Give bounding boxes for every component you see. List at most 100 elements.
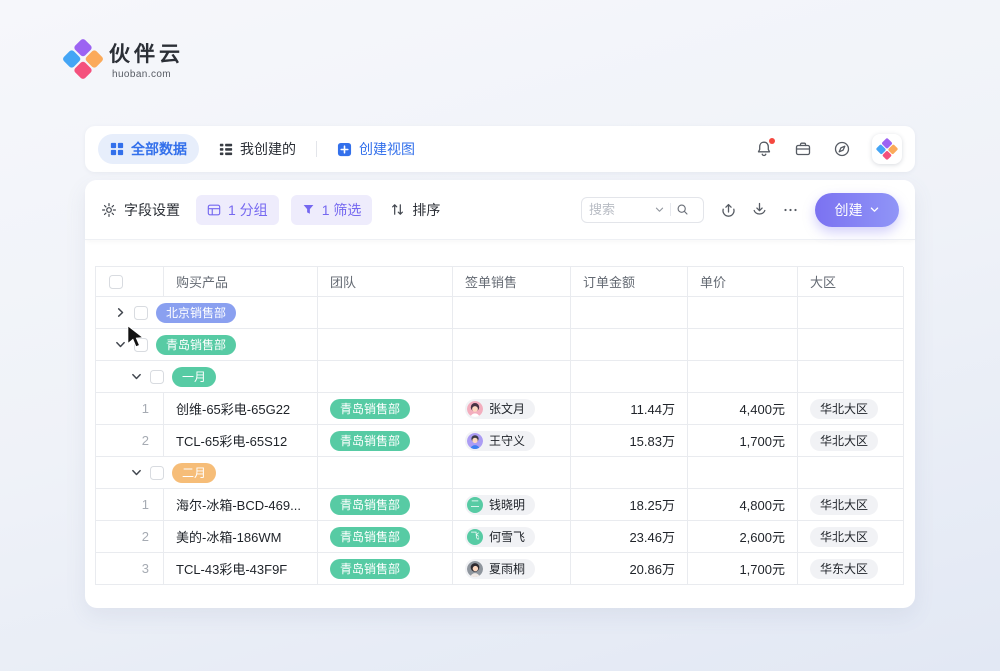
table-row[interactable]: 2 TCL-65彩电-65S12 青岛销售部 王守义 15.83万 1,700元 (96, 425, 903, 457)
group-icon (207, 203, 221, 217)
tab-my-created[interactable]: 我创建的 (219, 139, 296, 159)
team-cell[interactable]: 青岛销售部 (318, 425, 453, 457)
briefcase-icon[interactable] (794, 140, 812, 158)
sales-cell[interactable]: 夏雨桐 (453, 553, 571, 585)
tab-all-data-label: 全部数据 (131, 139, 187, 159)
search-input[interactable] (589, 202, 649, 217)
sales-name: 王守义 (489, 432, 525, 449)
search-icon[interactable] (676, 203, 689, 216)
chevron-right-icon[interactable] (115, 307, 126, 318)
group-checkbox[interactable] (150, 370, 164, 384)
column-header-price[interactable]: 单价 (688, 267, 798, 297)
select-all-checkbox[interactable] (109, 275, 123, 289)
group-button[interactable]: 1 分组 (196, 195, 279, 225)
group-row-february[interactable]: 二月 (96, 457, 903, 489)
region-cell[interactable]: 华北大区 (798, 489, 904, 521)
empty-cell (798, 329, 904, 361)
empty-cell (798, 361, 904, 393)
amount-cell[interactable]: 15.83万 (571, 425, 688, 457)
product-cell[interactable]: 海尔-冰箱-BCD-469... (164, 489, 318, 521)
grid-icon (110, 142, 124, 156)
region-tag: 华北大区 (810, 399, 878, 419)
sales-cell[interactable]: 张文月 (453, 393, 571, 425)
column-header-product[interactable]: 购买产品 (164, 267, 318, 297)
empty-cell (798, 457, 904, 489)
empty-cell (318, 457, 453, 489)
team-cell[interactable]: 青岛销售部 (318, 521, 453, 553)
column-header-region[interactable]: 大区 (798, 267, 904, 297)
amount-cell[interactable]: 23.46万 (571, 521, 688, 553)
compass-icon[interactable] (833, 140, 851, 158)
price-cell[interactable]: 4,400元 (688, 393, 798, 425)
sales-person: 飞 何雪飞 (465, 527, 535, 547)
sort-button[interactable]: 排序 (390, 200, 440, 220)
region-cell[interactable]: 华北大区 (798, 521, 904, 553)
group-tag: 青岛销售部 (156, 335, 236, 355)
product-cell[interactable]: TCL-43彩电-43F9F (164, 553, 318, 585)
group-row-january[interactable]: 一月 (96, 361, 903, 393)
row-number: 1 (96, 393, 164, 425)
sort-label: 排序 (412, 200, 440, 220)
avatar (467, 401, 483, 417)
price-cell[interactable]: 1,700元 (688, 553, 798, 585)
group-row-qingdao[interactable]: 青岛销售部 (96, 329, 903, 361)
region-cell[interactable]: 华北大区 (798, 393, 904, 425)
group-checkbox[interactable] (134, 306, 148, 320)
search-box[interactable] (581, 197, 704, 223)
region-cell[interactable]: 华东大区 (798, 553, 904, 585)
app-avatar[interactable] (872, 134, 902, 164)
team-cell[interactable]: 青岛销售部 (318, 393, 453, 425)
more-icon[interactable] (782, 201, 799, 218)
view-tab-bar: 全部数据 我创建的 创建视图 (85, 126, 915, 172)
column-header-sales[interactable]: 签单销售 (453, 267, 571, 297)
bell-icon[interactable] (755, 140, 773, 158)
amount-cell[interactable]: 18.25万 (571, 489, 688, 521)
field-settings-button[interactable]: 字段设置 (101, 200, 180, 220)
empty-cell (453, 297, 571, 329)
chevron-down-icon[interactable] (131, 371, 142, 382)
amount-cell[interactable]: 11.44万 (571, 393, 688, 425)
empty-cell (688, 329, 798, 361)
region-cell[interactable]: 华北大区 (798, 425, 904, 457)
group-checkbox[interactable] (150, 466, 164, 480)
column-header-amount[interactable]: 订单金额 (571, 267, 688, 297)
product-cell[interactable]: 美的-冰箱-186WM (164, 521, 318, 553)
download-icon[interactable] (751, 201, 768, 218)
tab-all-data[interactable]: 全部数据 (98, 134, 199, 164)
group-row-beijing[interactable]: 北京销售部 (96, 297, 903, 329)
amount-cell[interactable]: 20.86万 (571, 553, 688, 585)
price-cell[interactable]: 2,600元 (688, 521, 798, 553)
chevron-down-icon[interactable] (654, 204, 665, 215)
team-cell[interactable]: 青岛销售部 (318, 553, 453, 585)
sales-name: 何雪飞 (489, 528, 525, 545)
table-row[interactable]: 1 海尔-冰箱-BCD-469... 青岛销售部 二 钱晓明 18.25万 4,… (96, 489, 903, 521)
empty-cell (571, 329, 688, 361)
sales-cell[interactable]: 飞 何雪飞 (453, 521, 571, 553)
chevron-down-icon[interactable] (131, 467, 142, 478)
sales-cell[interactable]: 王守义 (453, 425, 571, 457)
column-header-team[interactable]: 团队 (318, 267, 453, 297)
chevron-down-icon[interactable] (115, 339, 126, 350)
table-row[interactable]: 2 美的-冰箱-186WM 青岛销售部 飞 何雪飞 23.46万 2,600元 … (96, 521, 903, 553)
team-tag: 青岛销售部 (330, 559, 410, 579)
filter-button[interactable]: 1 筛选 (291, 195, 373, 225)
sales-cell[interactable]: 二 钱晓明 (453, 489, 571, 521)
product-cell[interactable]: TCL-65彩电-65S12 (164, 425, 318, 457)
group-label: 1 分组 (228, 200, 268, 220)
chevron-down-icon (869, 204, 880, 215)
row-number: 1 (96, 489, 164, 521)
price-cell[interactable]: 1,700元 (688, 425, 798, 457)
upload-icon[interactable] (720, 201, 737, 218)
field-settings-label: 字段设置 (124, 200, 180, 220)
filter-label: 1 筛选 (322, 200, 362, 220)
create-button[interactable]: 创建 (815, 193, 899, 227)
team-tag: 青岛销售部 (330, 431, 410, 451)
table-row[interactable]: 1 创维-65彩电-65G22 青岛销售部 张文月 11.44万 4,400元 (96, 393, 903, 425)
empty-cell (571, 297, 688, 329)
price-cell[interactable]: 4,800元 (688, 489, 798, 521)
empty-cell (688, 457, 798, 489)
tab-create-view[interactable]: 创建视图 (337, 139, 415, 159)
product-cell[interactable]: 创维-65彩电-65G22 (164, 393, 318, 425)
team-cell[interactable]: 青岛销售部 (318, 489, 453, 521)
table-row[interactable]: 3 TCL-43彩电-43F9F 青岛销售部 夏雨桐 20.86万 1,700元 (96, 553, 903, 585)
